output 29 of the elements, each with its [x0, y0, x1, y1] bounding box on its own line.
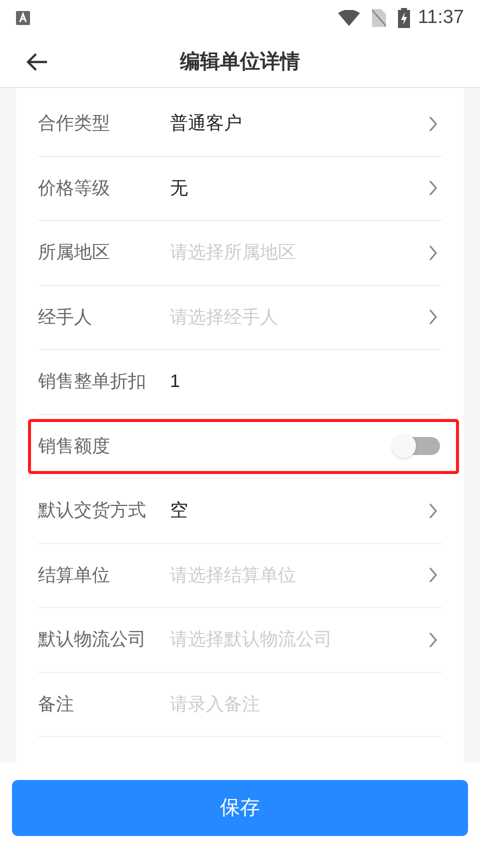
wifi-icon	[338, 10, 360, 26]
battery-charging-icon	[398, 8, 410, 28]
field-label: 默认物流公司	[38, 628, 147, 652]
field-label: 合作类型	[38, 112, 111, 136]
keyboard-app-icon	[16, 11, 30, 25]
chevron-right-icon	[428, 244, 438, 261]
save-button[interactable]: 保存	[12, 780, 468, 836]
field-label: 销售额度	[38, 434, 111, 458]
input-field[interactable]: 1	[170, 368, 442, 396]
select-field[interactable]: 普通客户	[170, 110, 428, 138]
page-title: 编辑单位详情	[180, 50, 300, 74]
chevron-right-icon	[428, 309, 438, 326]
status-time: 11:37	[418, 6, 464, 30]
chevron-right-icon	[428, 632, 438, 648]
chevron-right-icon	[428, 116, 438, 132]
toggle-switch[interactable]	[392, 434, 440, 458]
field-label: 销售整单折扣	[38, 370, 147, 394]
chevron-right-icon	[428, 502, 438, 519]
no-sim-icon	[372, 9, 386, 27]
field-label: 所属地区	[38, 241, 111, 264]
chevron-right-icon	[428, 567, 438, 584]
select-field[interactable]: 空	[170, 497, 428, 524]
field-label: 备注	[38, 692, 75, 716]
field-label: 价格等级	[38, 176, 111, 200]
chevron-right-icon	[428, 180, 438, 196]
field-label: 经手人	[38, 306, 93, 329]
select-field[interactable]: 无	[170, 174, 428, 202]
field-label: 结算单位	[38, 564, 111, 587]
field-label: 默认交货方式	[38, 499, 147, 522]
